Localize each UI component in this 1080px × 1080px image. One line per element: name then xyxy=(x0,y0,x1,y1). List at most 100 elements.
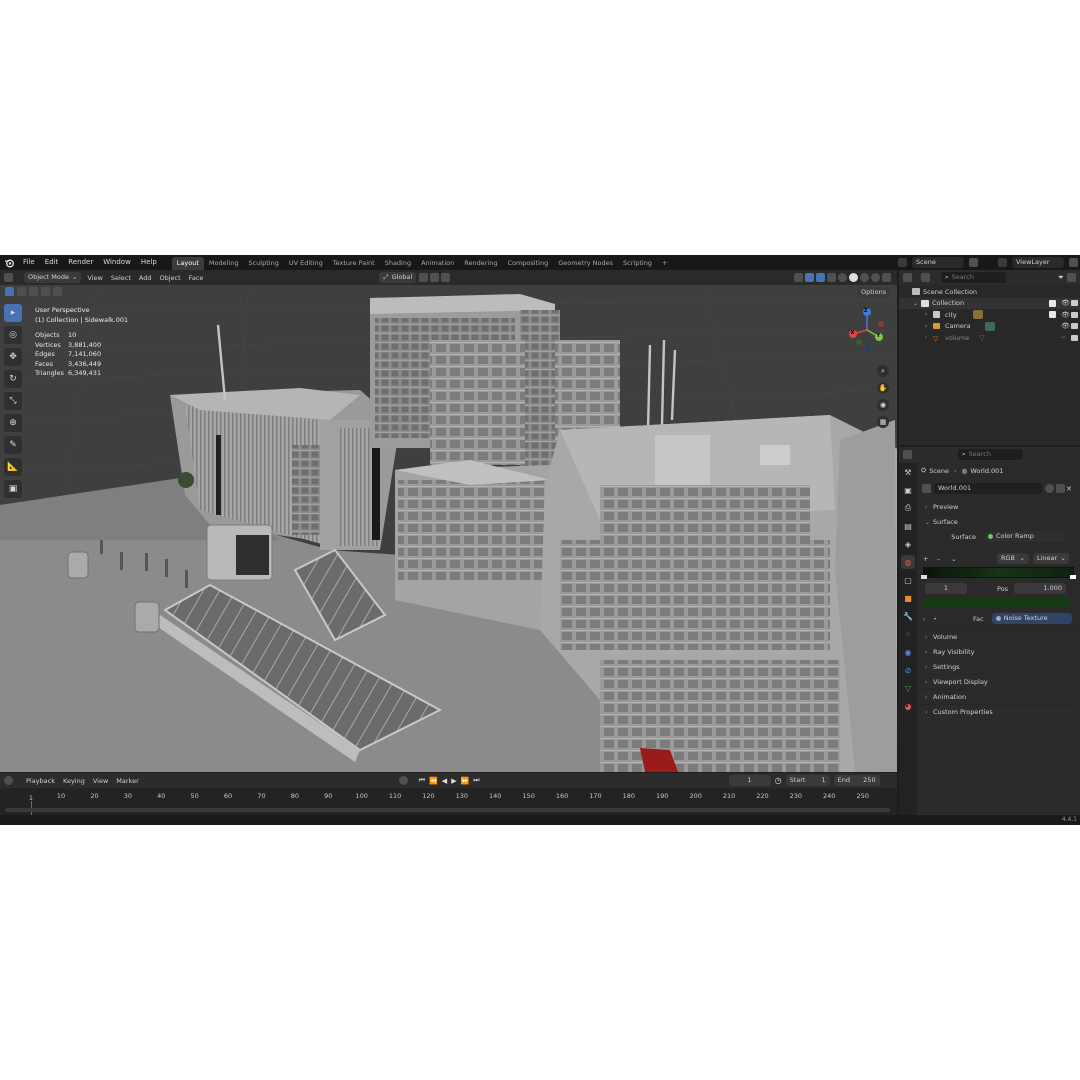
eye-icon[interactable]: 👁 xyxy=(1061,299,1070,307)
scale-tool[interactable]: ⤡ xyxy=(4,392,22,410)
zoom-icon[interactable]: ⌕ xyxy=(877,365,889,377)
view-layer-tab-icon[interactable]: ▤ xyxy=(901,519,915,533)
outliner-row-collection[interactable]: ⌄ Collection 👁 xyxy=(899,297,1080,309)
editor-type-icon[interactable] xyxy=(4,273,13,282)
ortho-grid-icon[interactable]: ▦ xyxy=(877,416,889,428)
outliner-row-scene-collection[interactable]: Scene Collection xyxy=(899,286,1080,298)
timeline-ruler[interactable]: 1 10 20 30 40 50 60 70 80 90 100 110 120 130 140 150 16… xyxy=(0,789,897,803)
menu-window[interactable]: Window xyxy=(98,255,136,270)
overlay-toggle-icon[interactable] xyxy=(816,273,825,282)
view-layer-selector[interactable]: ViewLayer xyxy=(1012,257,1064,268)
tab-geometry-nodes[interactable]: Geometry Nodes xyxy=(553,257,618,270)
timeline-scrollbar[interactable] xyxy=(5,808,890,812)
world-browse-icon[interactable] xyxy=(922,484,931,493)
fac-node-field[interactable]: Noise Texture xyxy=(991,613,1072,624)
shading-wireframe-icon[interactable] xyxy=(838,273,847,282)
outliner-row-camera[interactable]: › Camera 👁 xyxy=(899,321,1080,333)
expand-chevron-icon[interactable]: › xyxy=(925,311,933,318)
pos-field[interactable]: 1.000 xyxy=(1014,583,1067,594)
camera-render-icon[interactable] xyxy=(1071,334,1078,341)
measure-tool[interactable]: 📐 xyxy=(4,458,22,476)
camera-render-icon[interactable] xyxy=(1071,311,1078,318)
color-ramp-gradient[interactable] xyxy=(921,567,1076,579)
shading-material-icon[interactable] xyxy=(860,273,869,282)
camera-data-icon[interactable] xyxy=(984,321,995,331)
panel-animation[interactable]: › Animation xyxy=(919,689,1078,704)
select-extend-icon[interactable] xyxy=(17,287,26,296)
new-view-layer-icon[interactable] xyxy=(1069,258,1078,267)
cursor-tool[interactable]: ◎ xyxy=(4,326,22,344)
properties-editor-icon[interactable] xyxy=(903,450,912,459)
select-subtract-icon[interactable] xyxy=(29,287,38,296)
shading-options-icon[interactable] xyxy=(882,273,891,282)
move-tool[interactable]: ✥ xyxy=(4,348,22,366)
viewport-menu-view[interactable]: View xyxy=(83,274,106,282)
tab-layout[interactable]: Layout xyxy=(171,256,204,270)
menu-file[interactable]: File xyxy=(18,255,40,270)
start-frame-field[interactable]: Start 1 xyxy=(785,775,830,786)
timeline-menu-keying[interactable]: Keying xyxy=(59,777,89,785)
eye-icon[interactable]: 👁 xyxy=(1061,311,1070,319)
tab-scripting[interactable]: Scripting xyxy=(618,257,657,270)
new-scene-icon[interactable] xyxy=(969,258,978,267)
camera-render-icon[interactable] xyxy=(1071,300,1078,307)
properties-search-field[interactable]: ⌕ Search xyxy=(958,449,1023,460)
jump-keyframe-forward-icon[interactable]: ⏩ xyxy=(459,777,472,785)
exclude-checkbox[interactable] xyxy=(1049,299,1056,307)
duplicate-world-icon[interactable] xyxy=(1056,484,1065,493)
select-new-icon[interactable] xyxy=(5,287,14,296)
tab-sculpting[interactable]: Sculpting xyxy=(243,257,283,270)
timeline-menu-playback[interactable]: Playback xyxy=(22,777,59,785)
filter-icon[interactable]: ⏷ xyxy=(1056,273,1066,283)
outliner-row-volume[interactable]: › ▽ volume ▽ ⌣ xyxy=(899,332,1080,344)
eye-icon[interactable]: 👁 xyxy=(1061,322,1070,330)
shading-solid-icon[interactable] xyxy=(849,273,858,282)
jump-keyframe-back-icon[interactable]: ⏪ xyxy=(427,777,440,785)
camera-render-icon[interactable] xyxy=(1071,323,1078,330)
ramp-menu-icon[interactable]: ⌄ xyxy=(951,555,965,563)
tab-compositing[interactable]: Compositing xyxy=(502,257,553,270)
tab-shading[interactable]: Shading xyxy=(380,257,416,270)
surface-node-field[interactable]: Color Ramp xyxy=(984,531,1064,542)
clock-icon[interactable]: ◷ xyxy=(773,776,784,785)
transform-tool[interactable]: ⊕ xyxy=(4,414,22,432)
collection-tab-icon[interactable]: ▢ xyxy=(901,573,915,587)
world-name-field[interactable]: World.001 xyxy=(934,483,1042,494)
transform-orientation-dropdown[interactable]: ⤢ Global xyxy=(379,272,417,283)
add-cube-tool[interactable]: ▣ xyxy=(4,480,22,498)
panel-surface[interactable]: ⌄ Surface xyxy=(919,514,1078,529)
tab-uv-editing[interactable]: UV Editing xyxy=(284,257,328,270)
visibility-icon[interactable] xyxy=(794,273,803,282)
current-frame-field[interactable]: 1 xyxy=(728,775,771,786)
output-tab-icon[interactable]: ⎙ xyxy=(901,501,915,515)
viewport-menu-object[interactable]: Object xyxy=(156,274,185,282)
camera-view-icon[interactable]: ◉ xyxy=(877,399,889,411)
panel-viewport-display[interactable]: › Viewport Display xyxy=(919,674,1078,689)
tab-animation[interactable]: Animation xyxy=(416,257,459,270)
particles-tab-icon[interactable]: ⁘ xyxy=(901,627,915,641)
timeline-editor-icon[interactable] xyxy=(4,776,13,785)
pivot-icon[interactable] xyxy=(419,273,429,282)
panel-ray-visibility[interactable]: › Ray Visibility xyxy=(919,644,1078,659)
unlink-icon[interactable]: ✕ xyxy=(1066,485,1072,493)
viewport-menu-add[interactable]: Add xyxy=(135,274,156,282)
modifier-icon[interactable] xyxy=(972,310,983,320)
timeline-menu-marker[interactable]: Marker xyxy=(112,777,142,785)
tab-texture-paint[interactable]: Texture Paint xyxy=(328,257,380,270)
interpolation-dropdown[interactable]: Linear ⌄ xyxy=(1033,553,1069,564)
panel-custom-properties[interactable]: › Custom Properties xyxy=(919,704,1078,719)
timeline-menu-view[interactable]: View xyxy=(89,777,112,785)
shading-rendered-icon[interactable] xyxy=(871,273,880,282)
menu-help[interactable]: Help xyxy=(136,255,162,270)
play-icon[interactable]: ▶ xyxy=(449,777,458,785)
panel-settings[interactable]: › Settings xyxy=(919,659,1078,674)
stop-color-swatch[interactable] xyxy=(923,598,1070,608)
expand-chevron-icon[interactable]: › xyxy=(925,334,933,341)
render-tab-icon[interactable]: ▣ xyxy=(901,483,915,497)
scene-icon[interactable] xyxy=(898,258,907,267)
select-intersect-icon[interactable] xyxy=(53,287,62,296)
eye-hidden-icon[interactable]: ⌣ xyxy=(1061,333,1066,342)
remove-stop-icon[interactable]: – xyxy=(937,555,951,563)
view-layer-icon[interactable] xyxy=(998,258,1007,267)
outliner-search-field[interactable]: ⌕ Search xyxy=(941,272,1006,283)
